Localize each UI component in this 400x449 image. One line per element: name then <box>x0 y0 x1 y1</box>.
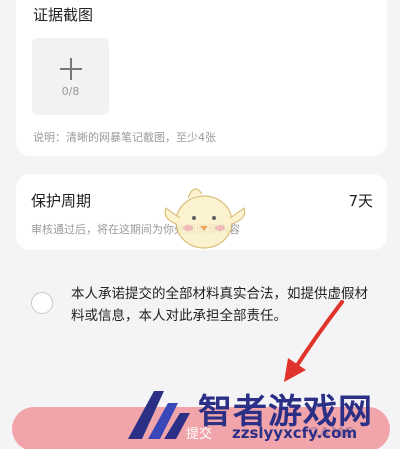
red-arrow-annotation <box>284 300 344 382</box>
mascot-watermark-icon <box>164 188 246 249</box>
protection-title: 保护周期 <box>31 192 92 210</box>
plus-icon <box>60 58 82 80</box>
evidence-hint: 说明：清晰的网暴笔记截图，至少4张 <box>33 131 216 144</box>
brand-faint-text: GAME <box>308 426 355 441</box>
site-logo-icon <box>128 391 190 439</box>
protection-value: 7天 <box>348 192 373 210</box>
upload-screenshot-button[interactable]: 0/8 <box>32 38 109 115</box>
agreement-checkbox[interactable] <box>31 292 53 314</box>
upload-count: 0/8 <box>61 85 80 98</box>
evidence-title: 证据截图 <box>33 6 94 24</box>
